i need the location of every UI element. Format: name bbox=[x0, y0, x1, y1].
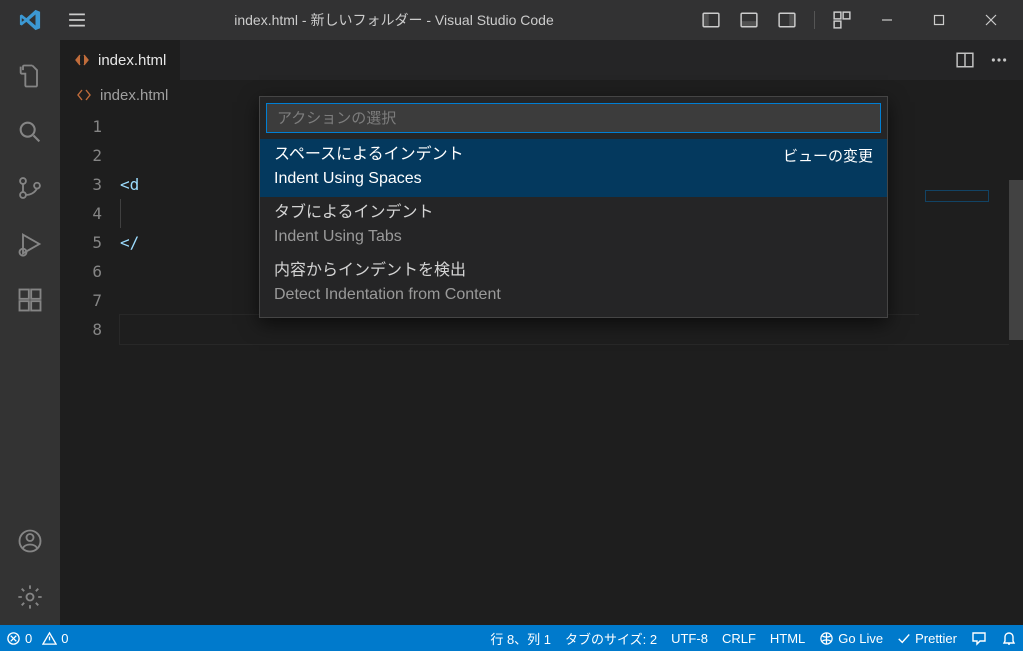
line-number: 5 bbox=[60, 228, 102, 257]
code-line[interactable] bbox=[120, 315, 1023, 344]
editor-tabs: index.html bbox=[60, 40, 1023, 80]
layout-panel-left-icon[interactable] bbox=[694, 0, 728, 40]
quick-input-item-description: Detect Indentation from Content bbox=[274, 283, 873, 307]
status-language-mode[interactable]: HTML bbox=[770, 631, 805, 646]
status-problems[interactable]: 0 0 bbox=[6, 631, 68, 646]
window-close-button[interactable] bbox=[967, 0, 1015, 40]
title-bar: index.html - 新しいフォルダー - Visual Studio Co… bbox=[0, 0, 1023, 40]
quick-input-item-label: 内容からインデントを検出 bbox=[274, 259, 873, 283]
quick-input-palette: スペースによるインデントIndent Using Spacesビューの変更タブに… bbox=[259, 96, 888, 318]
line-number: 2 bbox=[60, 141, 102, 170]
tab-label: index.html bbox=[98, 52, 166, 69]
breadcrumb-label: index.html bbox=[100, 87, 168, 104]
tab-index-html[interactable]: index.html bbox=[60, 40, 181, 80]
quick-input-item[interactable]: 内容からインデントを検出Detect Indentation from Cont… bbox=[260, 255, 887, 313]
quick-input-item[interactable]: スペースによるインデントIndent Using Spacesビューの変更 bbox=[260, 139, 887, 197]
window-minimize-button[interactable] bbox=[863, 0, 911, 40]
status-feedback-icon[interactable] bbox=[971, 630, 987, 646]
explorer-icon[interactable] bbox=[0, 48, 60, 104]
quick-input-list: スペースによるインデントIndent Using Spacesビューの変更タブに… bbox=[260, 139, 887, 317]
status-prettier[interactable]: Prettier bbox=[897, 631, 957, 646]
split-editor-icon[interactable] bbox=[951, 40, 979, 80]
customize-layout-icon[interactable] bbox=[825, 0, 859, 40]
more-actions-icon[interactable] bbox=[985, 40, 1013, 80]
line-number: 6 bbox=[60, 257, 102, 286]
quick-input-item-label: タブによるインデント bbox=[274, 201, 873, 225]
source-control-icon[interactable] bbox=[0, 160, 60, 216]
line-number: 8 bbox=[60, 315, 102, 344]
quick-input-group-label: ビューの変更 bbox=[783, 145, 873, 166]
status-bell-icon[interactable] bbox=[1001, 630, 1017, 646]
vertical-scrollbar[interactable] bbox=[1009, 180, 1023, 540]
quick-input-field[interactable] bbox=[266, 103, 881, 133]
accounts-icon[interactable] bbox=[0, 513, 60, 569]
quick-input-item[interactable]: タブによるインデントIndent Using Tabs bbox=[260, 197, 887, 255]
quick-input-item-description: Indent Using Spaces bbox=[274, 167, 873, 191]
line-number: 4 bbox=[60, 199, 102, 228]
line-number: 3 bbox=[60, 170, 102, 199]
activity-bar bbox=[0, 40, 60, 625]
action-search-input[interactable] bbox=[277, 110, 870, 127]
status-go-live[interactable]: Go Live bbox=[819, 631, 883, 646]
layout-panel-right-icon[interactable] bbox=[770, 0, 804, 40]
quick-input-item-description: Indent Using Tabs bbox=[274, 225, 873, 249]
search-icon[interactable] bbox=[0, 104, 60, 160]
window-title: index.html - 新しいフォルダー - Visual Studio Co… bbox=[94, 10, 694, 30]
status-indentation[interactable]: タブのサイズ: 2 bbox=[565, 629, 657, 648]
status-encoding[interactable]: UTF-8 bbox=[671, 631, 708, 646]
menu-hamburger-icon[interactable] bbox=[60, 0, 94, 40]
window-maximize-button[interactable] bbox=[915, 0, 963, 40]
run-debug-icon[interactable] bbox=[0, 216, 60, 272]
extensions-icon[interactable] bbox=[0, 272, 60, 328]
vscode-logo-icon bbox=[0, 9, 60, 31]
line-number: 1 bbox=[60, 112, 102, 141]
file-html-icon bbox=[76, 87, 92, 103]
status-cursor-position[interactable]: 行 8、列 1 bbox=[490, 629, 551, 648]
status-bar: 0 0 行 8、列 1 タブのサイズ: 2 UTF-8 CRLF HTML Go… bbox=[0, 625, 1023, 651]
minimap[interactable] bbox=[919, 182, 1009, 322]
line-number: 7 bbox=[60, 286, 102, 315]
file-html-icon bbox=[74, 52, 90, 68]
layout-panel-bottom-icon[interactable] bbox=[732, 0, 766, 40]
status-eol[interactable]: CRLF bbox=[722, 631, 756, 646]
settings-gear-icon[interactable] bbox=[0, 569, 60, 625]
editor-area: index.html index.html 12345678 <d </ スペー… bbox=[60, 40, 1023, 625]
line-number-gutter: 12345678 bbox=[60, 110, 120, 625]
separator bbox=[814, 11, 815, 29]
